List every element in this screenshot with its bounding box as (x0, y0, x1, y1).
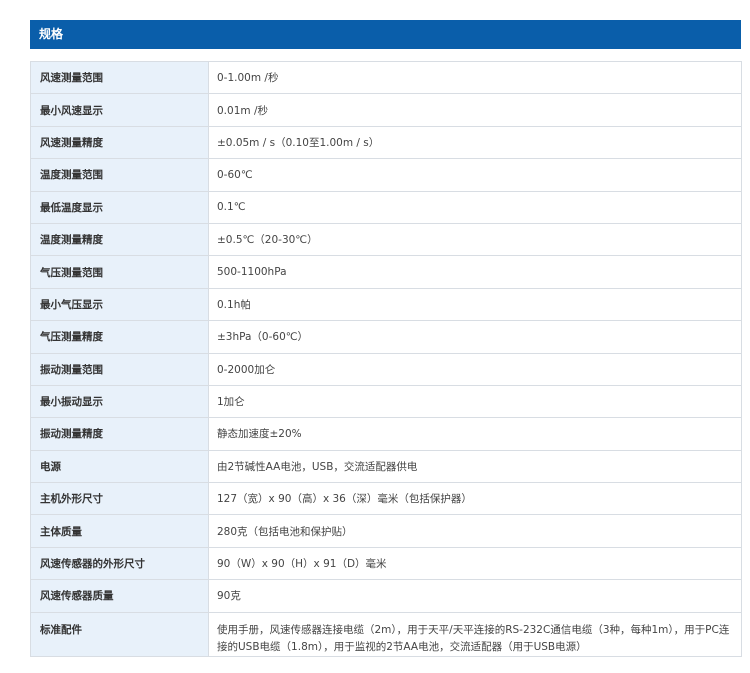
table-row: 温度测量范围 0-60℃ (30, 158, 742, 192)
spec-value: 静态加速度±20% (208, 417, 742, 451)
spec-label: 气压测量范围 (30, 255, 209, 289)
spec-value: ±0.05m / s（0.10至1.00m / s） (208, 125, 742, 160)
spec-label: 风速测量精度 (30, 125, 209, 160)
table-row: 电源 由2节碱性AA电池，USB，交流适配器供电 (30, 449, 742, 484)
spec-value: 280克（包括电池和保护贴） (208, 514, 742, 548)
spec-value: 0-1.00m /秒 (208, 60, 742, 95)
spec-label: 最小气压显示 (30, 287, 209, 322)
spec-table-body: 风速测量范围 0-1.00m /秒 最小风速显示 0.01m /秒 风速测量精度 ±0… (30, 60, 742, 657)
spec-label: 最小振动显示 (30, 384, 209, 419)
spec-section: 规格 风速测量范围 0-1.00m /秒 最小风速显示 0.01m /秒 风速测量精… (30, 20, 742, 657)
spec-label: 标准配件 (30, 611, 209, 657)
table-row: 振动测量范围 0-2000加仑 (30, 352, 742, 386)
spec-label: 气压测量精度 (30, 320, 209, 354)
table-row: 气压测量精度 ±3hPa（0-60℃） (30, 320, 742, 354)
spec-label: 风速测量范围 (30, 60, 209, 95)
spec-label: 振动测量精度 (30, 417, 209, 451)
spec-label: 电源 (30, 449, 209, 484)
spec-label: 最小风速显示 (30, 93, 209, 127)
spec-label: 主机外形尺寸 (30, 482, 209, 516)
table-row: 温度测量精度 ±0.5℃（20-30℃） (30, 222, 742, 257)
spec-value: 500-1100hPa (208, 255, 742, 289)
spec-table: 风速测量范围 0-1.00m /秒 最小风速显示 0.01m /秒 风速测量精度 ±0… (30, 60, 742, 657)
spec-label: 主体质量 (30, 514, 209, 548)
section-header: 规格 (30, 20, 741, 49)
table-row: 振动测量精度 静态加速度±20% (30, 417, 742, 451)
table-row: 气压测量范围 500-1100hPa (30, 255, 742, 289)
table-row: 最小振动显示 1加仑 (30, 384, 742, 419)
spec-value: 0.01m /秒 (208, 93, 742, 127)
spec-value: 由2节碱性AA电池，USB，交流适配器供电 (208, 449, 742, 484)
spec-value: 0.1℃ (208, 190, 742, 224)
spec-value: ±3hPa（0-60℃） (208, 320, 742, 354)
spec-label: 振动测量范围 (30, 352, 209, 386)
table-row: 标准配件 使用手册，风速传感器连接电缆（2m），用于天平/天平连接的RS-232C… (30, 611, 742, 657)
spec-value: 0.1h帕 (208, 287, 742, 322)
spec-value: 0-60℃ (208, 158, 742, 192)
table-row: 最低温度显示 0.1℃ (30, 190, 742, 224)
spec-value: 使用手册，风速传感器连接电缆（2m），用于天平/天平连接的RS-232C通信电缆… (208, 611, 742, 657)
spec-label: 温度测量范围 (30, 158, 209, 192)
table-row: 主体质量 280克（包括电池和保护贴） (30, 514, 742, 548)
table-row: 风速传感器质量 90克 (30, 579, 742, 613)
spec-value: 0-2000加仑 (208, 352, 742, 386)
spec-value: 90（W）x 90（H）x 91（D）毫米 (208, 546, 742, 581)
spec-value: 1加仑 (208, 384, 742, 419)
spec-value: ±0.5℃（20-30℃） (208, 222, 742, 257)
table-row: 最小风速显示 0.01m /秒 (30, 93, 742, 127)
spec-value: 90克 (208, 579, 742, 613)
table-row: 主机外形尺寸 127（宽）x 90（高）x 36（深）毫米（包括保护器） (30, 482, 742, 516)
spec-label: 风速传感器质量 (30, 579, 209, 613)
table-row: 最小气压显示 0.1h帕 (30, 287, 742, 322)
table-row: 风速传感器的外形尺寸 90（W）x 90（H）x 91（D）毫米 (30, 546, 742, 581)
spec-label: 最低温度显示 (30, 190, 209, 224)
spec-label: 风速传感器的外形尺寸 (30, 546, 209, 581)
spec-value: 127（宽）x 90（高）x 36（深）毫米（包括保护器） (208, 482, 742, 516)
spec-label: 温度测量精度 (30, 222, 209, 257)
table-row: 风速测量精度 ±0.05m / s（0.10至1.00m / s） (30, 125, 742, 160)
table-row: 风速测量范围 0-1.00m /秒 (30, 60, 742, 95)
